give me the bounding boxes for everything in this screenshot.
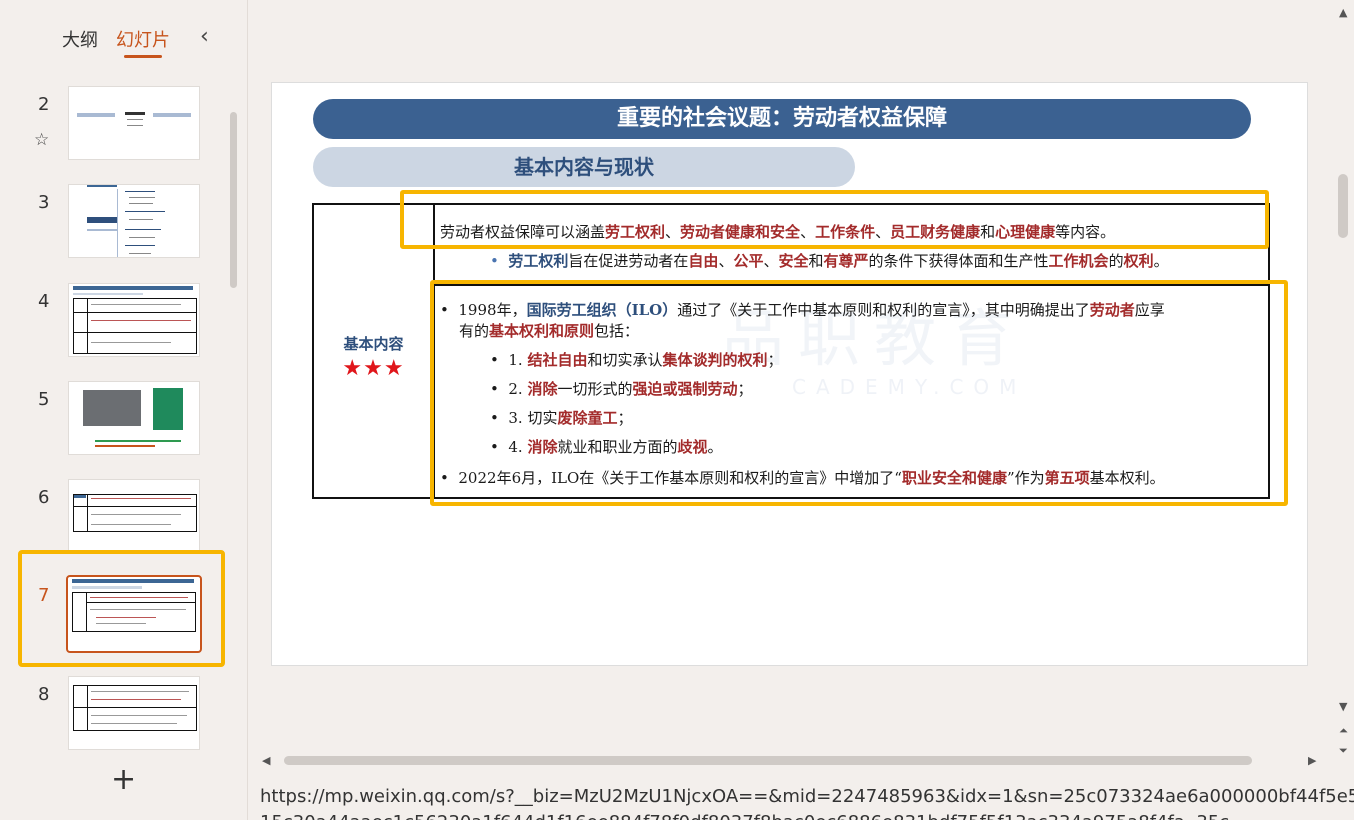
slide-panel: 大纲 幻灯片 ‹ 2 ☆ 3 4 5 6 7 8 + bbox=[0, 0, 248, 820]
notes-url-line-1[interactable]: https://mp.weixin.qq.com/s?__biz=MzU2MzU… bbox=[260, 786, 1354, 807]
slide-number: 5 bbox=[38, 389, 50, 410]
highlight-frame-top bbox=[400, 190, 1269, 249]
slide-thumbnail-8[interactable] bbox=[68, 676, 200, 750]
horizontal-scrollbar[interactable] bbox=[284, 756, 1252, 765]
slide-thumbnail-6[interactable] bbox=[68, 479, 200, 553]
scroll-right-arrow-icon[interactable]: ▶ bbox=[1308, 754, 1316, 767]
tab-outline[interactable]: 大纲 bbox=[62, 26, 98, 52]
slide-number: 8 bbox=[38, 684, 50, 705]
scroll-up-arrow-icon[interactable]: ▲ bbox=[1339, 6, 1347, 19]
scroll-left-arrow-icon[interactable]: ◀ bbox=[262, 754, 270, 767]
slide-number: 6 bbox=[38, 487, 50, 508]
notes-url-line-2[interactable]: 15c30a44aaec1c56230a1f644d1f16ee884f78f0… bbox=[260, 812, 1229, 820]
star-icon[interactable]: ☆ bbox=[34, 130, 49, 150]
next-page-icon[interactable]: ⏷ bbox=[1339, 744, 1348, 758]
add-slide-button[interactable]: + bbox=[111, 762, 136, 797]
slide-number: 2 bbox=[38, 94, 50, 115]
importance-stars: ★★★ bbox=[342, 356, 405, 381]
panel-scrollbar[interactable] bbox=[230, 112, 237, 288]
prev-page-icon[interactable]: ⏶ bbox=[1339, 724, 1348, 738]
panel-tabs: 大纲 幻灯片 bbox=[62, 26, 170, 58]
row-label: 基本内容 ★★★ bbox=[314, 333, 433, 381]
scroll-down-arrow-icon[interactable]: ▼ bbox=[1339, 700, 1347, 713]
highlight-frame-bottom bbox=[430, 280, 1288, 506]
slide-thumbnail-2[interactable] bbox=[68, 86, 200, 160]
slide-number: 4 bbox=[38, 291, 50, 312]
tab-slides[interactable]: 幻灯片 bbox=[116, 26, 170, 58]
slide-subtitle: 基本内容与现状 bbox=[313, 147, 855, 187]
collapse-panel-icon[interactable]: ‹ bbox=[200, 24, 209, 49]
slide-thumbnail-4[interactable] bbox=[68, 283, 200, 357]
text-line-labor-rights: • 劳工权利旨在促进劳动者在自由、公平、安全和有尊严的条件下获得体面和生产性工作… bbox=[490, 252, 1169, 270]
label-text: 基本内容 bbox=[343, 335, 404, 353]
slide-number: 3 bbox=[38, 192, 50, 213]
vertical-scrollbar[interactable] bbox=[1338, 174, 1348, 238]
slide-thumbnail-5[interactable] bbox=[68, 381, 200, 455]
slide-thumbnail-7[interactable] bbox=[66, 575, 202, 653]
slide-title: 重要的社会议题：劳动者权益保障 bbox=[313, 99, 1251, 139]
slide-thumbnail-3[interactable] bbox=[68, 184, 200, 258]
